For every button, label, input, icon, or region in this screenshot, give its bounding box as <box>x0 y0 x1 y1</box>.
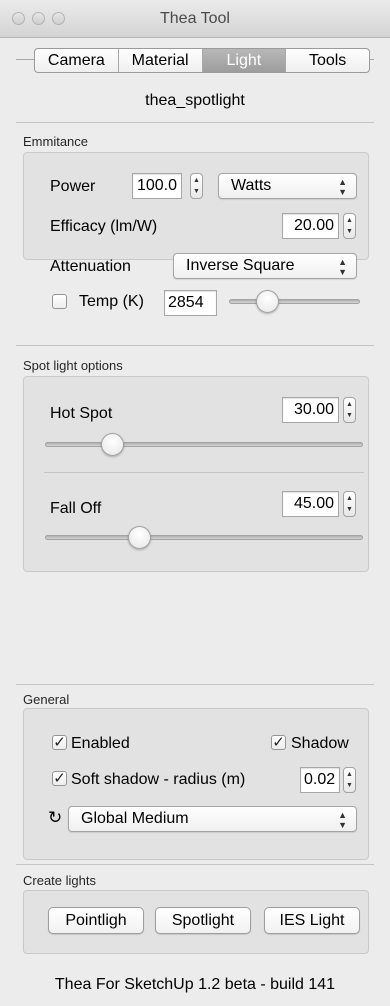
chevron-up-down-icon: ▲ ▼ <box>338 810 347 830</box>
divider <box>16 684 374 685</box>
enabled-label: Enabled <box>71 735 130 752</box>
soft-shadow-stepper[interactable]: ▲ ▼ <box>343 767 356 793</box>
efficacy-label: Efficacy (lm/W) <box>50 218 158 235</box>
fall-off-slider-knob[interactable] <box>127 526 151 549</box>
emmitance-section-label: Emmitance <box>23 134 89 149</box>
emmitance-panel <box>23 152 369 260</box>
refresh-icon[interactable]: ↻ <box>48 808 62 828</box>
hot-spot-stepper[interactable]: ▲ ▼ <box>343 397 356 423</box>
temp-checkbox[interactable] <box>52 294 67 309</box>
power-unit-value: Watts <box>231 177 272 194</box>
fall-off-field[interactable]: 45.00 <box>282 491 339 517</box>
power-label: Power <box>50 178 96 195</box>
shadow-checkbox[interactable]: ✓ <box>271 735 286 750</box>
soft-shadow-radius-field[interactable]: 0.02 <box>300 767 340 793</box>
general-section-label: General <box>23 692 70 707</box>
create-pointlight-button[interactable]: Pointligh <box>48 907 144 934</box>
fall-off-label: Fall Off <box>50 500 102 517</box>
create-lights-section-label: Create lights <box>23 873 96 888</box>
attenuation-select[interactable]: Inverse Square ▲ ▼ <box>173 253 357 279</box>
divider <box>16 864 374 865</box>
temp-slider-knob[interactable] <box>256 290 279 313</box>
enabled-checkbox[interactable]: ✓ <box>52 735 67 750</box>
window-title: Thea Tool <box>160 10 230 27</box>
check-icon: ✓ <box>53 770 66 787</box>
hot-spot-slider-knob[interactable] <box>101 433 125 456</box>
hot-spot-label: Hot Spot <box>50 405 113 422</box>
temp-field[interactable]: 2854 <box>164 290 217 316</box>
tab-light[interactable]: Light <box>202 49 287 72</box>
check-icon: ✓ <box>272 734 285 751</box>
soft-shadow-checkbox[interactable]: ✓ <box>52 771 67 786</box>
soft-shadow-label: Soft shadow - radius (m) <box>71 771 246 788</box>
tab-material[interactable]: Material <box>119 49 203 72</box>
power-unit-select[interactable]: Watts ▲ ▼ <box>218 173 357 199</box>
temp-slider-track[interactable] <box>229 299 360 304</box>
attenuation-value: Inverse Square <box>186 257 295 274</box>
check-icon: ✓ <box>53 734 66 751</box>
title-bar: Thea Tool <box>0 0 390 38</box>
temp-label: Temp (K) <box>79 293 144 310</box>
tab-camera[interactable]: Camera <box>35 49 119 72</box>
footer-version: Thea For SketchUp 1.2 beta - build 141 <box>54 976 336 993</box>
efficacy-field[interactable]: 20.00 <box>282 213 339 239</box>
power-stepper[interactable]: ▲ ▼ <box>190 173 203 199</box>
hot-spot-field[interactable]: 30.00 <box>282 397 339 423</box>
efficacy-stepper[interactable]: ▲ ▼ <box>343 213 356 239</box>
medium-select[interactable]: Global Medium ▲ ▼ <box>68 806 357 832</box>
divider <box>16 345 374 346</box>
fall-off-stepper[interactable]: ▲ ▼ <box>343 491 356 517</box>
hot-spot-slider-track[interactable] <box>45 442 363 447</box>
power-field[interactable]: 100.0 <box>132 173 182 199</box>
divider <box>44 472 364 473</box>
spot-section-label: Spot light options <box>23 358 123 373</box>
tab-tools[interactable]: Tools <box>286 49 369 72</box>
light-name: thea_spotlight <box>145 92 245 109</box>
shadow-label: Shadow <box>291 735 349 752</box>
fall-off-slider-track[interactable] <box>45 535 363 540</box>
create-ies-light-button[interactable]: IES Light <box>264 907 360 934</box>
chevron-up-down-icon: ▲ ▼ <box>338 177 347 197</box>
chevron-up-down-icon: ▲ ▼ <box>338 257 347 277</box>
attenuation-label: Attenuation <box>50 258 131 275</box>
create-spotlight-button[interactable]: Spotlight <box>155 907 251 934</box>
divider <box>16 122 374 123</box>
tab-bar: Camera Material Light Tools <box>34 48 370 73</box>
medium-value: Global Medium <box>81 810 189 827</box>
